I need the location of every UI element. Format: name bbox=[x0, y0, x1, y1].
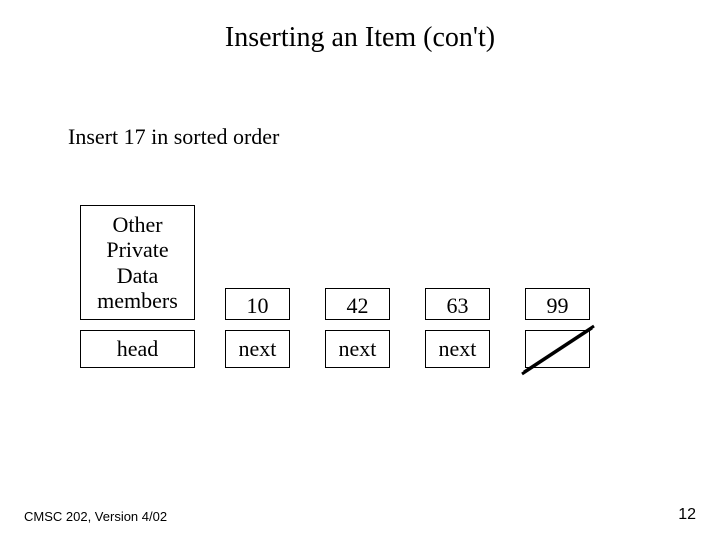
node-value-2: 42 bbox=[325, 288, 390, 320]
node-value-4: 99 bbox=[525, 288, 590, 320]
slide-subtitle: Insert 17 in sorted order bbox=[68, 124, 279, 150]
node-value-3: 63 bbox=[425, 288, 490, 320]
slide: Inserting an Item (con't) Insert 17 in s… bbox=[0, 0, 720, 540]
page-number: 12 bbox=[678, 506, 696, 524]
node-next-2: next bbox=[325, 330, 390, 368]
node-next-3: next bbox=[425, 330, 490, 368]
footer-left: CMSC 202, Version 4/02 bbox=[24, 509, 167, 524]
other-private-data-box: Other Private Data members bbox=[80, 205, 195, 320]
head-box: head bbox=[80, 330, 195, 368]
node-value-1: 10 bbox=[225, 288, 290, 320]
node-next-1: next bbox=[225, 330, 290, 368]
node-next-4-null bbox=[525, 330, 590, 368]
slide-title: Inserting an Item (con't) bbox=[0, 22, 720, 54]
